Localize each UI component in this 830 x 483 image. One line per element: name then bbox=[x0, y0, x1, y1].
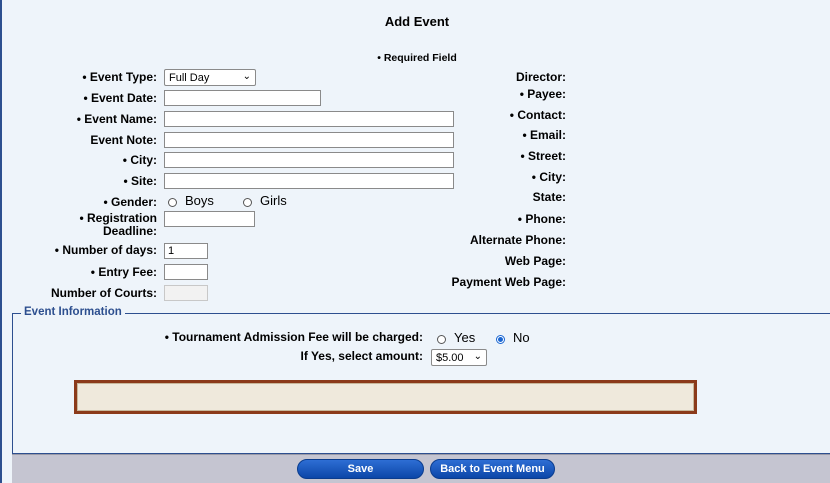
phone-label: • Phone: bbox=[517, 212, 566, 226]
amount-value: $5.00 bbox=[436, 352, 464, 364]
state-label: State: bbox=[532, 190, 566, 204]
director-label: Director: bbox=[515, 70, 566, 84]
web-page-label: Web Page: bbox=[504, 254, 566, 268]
entry-fee-label: • Entry Fee: bbox=[90, 265, 157, 279]
street-label: • Street: bbox=[520, 149, 566, 163]
admission-yes-label: Yes bbox=[454, 330, 476, 345]
number-of-days-label: • Number of days: bbox=[54, 243, 157, 257]
number-of-days-input[interactable] bbox=[164, 243, 208, 259]
gender-boys-radio[interactable] bbox=[168, 198, 177, 207]
event-information-legend: Event Information bbox=[21, 306, 125, 318]
admission-yes-radio[interactable] bbox=[437, 335, 446, 344]
event-type-select[interactable]: Full Day ⌄ bbox=[164, 69, 256, 86]
gender-girls-radio[interactable] bbox=[243, 198, 252, 207]
page-title: Add Event bbox=[384, 14, 450, 29]
payee-label: • Payee: bbox=[519, 87, 566, 101]
entry-fee-input[interactable] bbox=[164, 264, 208, 280]
payment-web-page-label: Payment Web Page: bbox=[451, 275, 566, 289]
event-name-input[interactable] bbox=[164, 111, 454, 127]
number-of-courts-label: Number of Courts: bbox=[51, 286, 157, 300]
message-box-inner bbox=[77, 383, 694, 411]
admission-no-label: No bbox=[513, 330, 530, 345]
save-button[interactable]: Save bbox=[297, 459, 424, 479]
event-name-label: • Event Name: bbox=[76, 112, 157, 126]
chevron-down-icon: ⌄ bbox=[242, 71, 251, 82]
number-of-courts-input bbox=[164, 285, 208, 301]
gender-label: • Gender: bbox=[103, 195, 157, 209]
event-note-input[interactable] bbox=[164, 132, 454, 148]
site-label: • Site: bbox=[123, 174, 157, 188]
chevron-down-icon: ⌄ bbox=[473, 351, 482, 362]
amount-label: If Yes, select amount: bbox=[300, 349, 424, 363]
event-type-label: • Event Type: bbox=[82, 70, 157, 84]
registration-deadline-input[interactable] bbox=[164, 211, 255, 227]
info-city-label: • City: bbox=[531, 170, 566, 184]
alternate-phone-label: Alternate Phone: bbox=[469, 233, 566, 247]
amount-select[interactable]: $5.00 ⌄ bbox=[431, 349, 487, 366]
city-input[interactable] bbox=[164, 152, 454, 168]
email-label: • Email: bbox=[522, 128, 566, 142]
city-label: • City: bbox=[122, 153, 157, 167]
registration-deadline-label-1: • Registration bbox=[79, 211, 157, 225]
required-field-note: • Required Field bbox=[377, 52, 457, 64]
admission-fee-label: • Tournament Admission Fee will be charg… bbox=[164, 330, 423, 344]
event-note-label: Event Note: bbox=[90, 133, 157, 147]
back-to-event-menu-button[interactable]: Back to Event Menu bbox=[430, 459, 555, 479]
gender-boys-label: Boys bbox=[185, 193, 214, 208]
event-type-value: Full Day bbox=[169, 72, 210, 84]
page-frame: Add Event • Required Field • Event Type:… bbox=[0, 0, 830, 483]
message-box bbox=[74, 380, 697, 414]
registration-deadline-label-2: Deadline: bbox=[102, 224, 157, 238]
event-date-input[interactable] bbox=[164, 90, 321, 106]
event-date-label: • Event Date: bbox=[83, 91, 157, 105]
admission-no-radio[interactable] bbox=[496, 335, 505, 344]
site-input[interactable] bbox=[164, 173, 454, 189]
contact-label: • Contact: bbox=[509, 108, 566, 122]
gender-girls-label: Girls bbox=[260, 193, 287, 208]
